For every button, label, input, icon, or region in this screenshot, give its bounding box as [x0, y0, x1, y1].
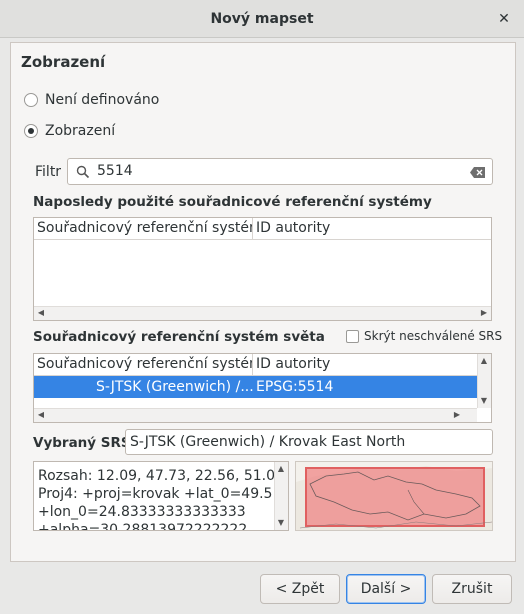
world-col-authority[interactable]: ID autority	[253, 354, 477, 375]
world-crs-header: Souřadnicový referenční systém ID autori…	[34, 354, 477, 376]
scroll-up-icon[interactable]: ▲	[478, 355, 490, 367]
search-icon	[76, 165, 90, 179]
scroll-left-icon[interactable]: ◀	[35, 307, 47, 319]
world-hscrollbar[interactable]: ◀ ▶	[34, 408, 477, 422]
filter-value: 5514	[97, 163, 133, 179]
extent-rectangle	[305, 467, 485, 527]
hide-deprecated-toggle[interactable]: Skrýt neschválené SRS	[346, 329, 502, 343]
selected-row-authority: EPSG:5514	[256, 379, 334, 395]
crs-info-panel[interactable]: Rozsah: 12.09, 47.73, 22.56, 51.06 Proj4…	[33, 461, 289, 531]
selected-srs-field[interactable]: S-JTSK (Greenwich) / Krovak East North	[125, 429, 493, 455]
world-vscrollbar[interactable]: ▲ ▼	[477, 354, 491, 408]
info-line: Rozsah: 12.09, 47.73, 22.56, 51.06	[38, 468, 284, 484]
window-title: Nový mapset	[210, 10, 314, 27]
radio-undefined-indicator[interactable]	[24, 93, 38, 107]
scroll-left-icon[interactable]: ◀	[35, 409, 47, 421]
filter-label: Filtr	[35, 164, 62, 180]
radio-projection-label: Zobrazení	[45, 123, 116, 139]
recent-col-crs[interactable]: Souřadnicový referenční systém	[34, 218, 253, 239]
crs-info-text: Rozsah: 12.09, 47.73, 22.56, 51.06 Proj4…	[38, 467, 284, 531]
info-vscrollbar[interactable]: ▲ ▼	[274, 462, 288, 530]
title-bar: Nový mapset ✕	[0, 0, 524, 38]
world-selected-row[interactable]: S-JTSK (Greenwich) /... EPSG:5514	[34, 376, 477, 398]
recent-crs-header: Souřadnicový referenční systém ID autori…	[34, 218, 491, 240]
scroll-down-icon[interactable]: ▼	[275, 517, 287, 529]
recent-hscrollbar[interactable]: ◀ ▶	[34, 306, 491, 320]
wizard-page: Zobrazení Není definováno Zobrazení Filt…	[10, 42, 516, 562]
selected-srs-value: S-JTSK (Greenwich) / Krovak East North	[130, 434, 406, 450]
world-crs-title: Souřadnicový referenční systém světa	[33, 329, 325, 345]
hide-deprecated-label: Skrýt neschválené SRS	[364, 329, 503, 343]
cancel-button[interactable]: Zrušit	[432, 574, 512, 604]
close-icon[interactable]: ✕	[496, 11, 512, 27]
filter-input[interactable]: 5514	[67, 158, 493, 185]
hide-deprecated-checkbox[interactable]	[346, 329, 359, 343]
info-line: +lon_0=24.83333333333333	[38, 504, 246, 520]
world-crs-table[interactable]: Souřadnicový referenční systém ID autori…	[33, 353, 492, 423]
radio-undefined[interactable]: Není definováno	[24, 92, 159, 108]
radio-projection[interactable]: Zobrazení	[24, 123, 115, 139]
recent-crs-title: Naposledy použité souřadnicové referenčn…	[33, 194, 432, 210]
selected-srs-label: Vybraný SRS	[33, 435, 131, 451]
extent-map-canvas	[296, 466, 492, 530]
scroll-down-icon[interactable]: ▼	[478, 395, 490, 407]
recent-col-authority[interactable]: ID autority	[253, 218, 491, 239]
scroll-up-icon[interactable]: ▲	[275, 463, 287, 475]
next-button[interactable]: Další >	[346, 574, 426, 604]
back-button[interactable]: < Zpět	[260, 574, 340, 604]
scroll-right-icon[interactable]: ▶	[451, 409, 463, 421]
scroll-right-icon[interactable]: ▶	[478, 307, 490, 319]
radio-undefined-label: Není definováno	[45, 92, 160, 108]
info-line: Proj4: +proj=krovak +lat_0=49.5	[38, 486, 273, 502]
world-col-crs[interactable]: Souřadnicový referenční systém	[34, 354, 253, 375]
info-line: +alpha=30.28813972222222	[38, 522, 248, 531]
selected-row-crs: S-JTSK (Greenwich) /...	[96, 379, 253, 395]
page-title: Zobrazení	[21, 53, 106, 71]
recent-crs-table[interactable]: Souřadnicový referenční systém ID autori…	[33, 217, 492, 321]
extent-map	[295, 461, 493, 531]
radio-projection-indicator[interactable]	[24, 124, 38, 138]
clear-icon[interactable]	[470, 167, 485, 178]
